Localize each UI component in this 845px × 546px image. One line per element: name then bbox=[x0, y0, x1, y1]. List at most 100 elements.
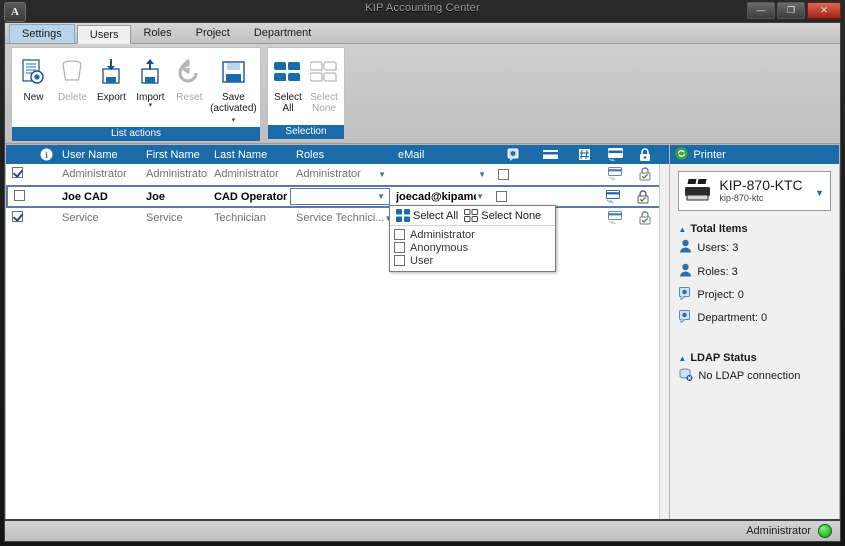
ribbon-group-selection: Select All Select None Selection bbox=[267, 47, 345, 140]
grid-header-email[interactable]: eMail bbox=[392, 149, 492, 161]
row-print-card-icon[interactable] bbox=[598, 211, 628, 225]
role-label: Administrator bbox=[410, 228, 475, 241]
ldap-status-label: No LDAP connection bbox=[698, 370, 801, 382]
grid-header-user-name[interactable]: User Name bbox=[56, 149, 140, 161]
printer-panel-title: Printer bbox=[693, 148, 726, 161]
delete-button[interactable]: Delete bbox=[53, 52, 92, 105]
roles-dropdown-caret[interactable]: ▼ bbox=[377, 192, 385, 201]
roles-popup-toolbar: Select All Select None bbox=[390, 206, 555, 226]
row-flag-checkbox[interactable] bbox=[496, 191, 507, 202]
status-user-label: Administrator bbox=[746, 525, 811, 537]
row-print-card-icon[interactable] bbox=[596, 189, 626, 204]
popup-select-none-button[interactable]: Select None bbox=[464, 209, 541, 222]
row-print-card-icon[interactable] bbox=[598, 167, 628, 181]
printer-name: KIP-870-KTC bbox=[719, 177, 803, 193]
status-bar: Administrator bbox=[4, 520, 841, 542]
grid-vertical-scrollbar[interactable] bbox=[659, 164, 670, 519]
table-row[interactable]: Administrator Administrator Administrato… bbox=[6, 164, 669, 185]
database-error-icon bbox=[679, 368, 693, 384]
printer-host: kip-870-ktc bbox=[719, 193, 764, 203]
tab-roles[interactable]: Roles bbox=[131, 24, 183, 43]
total-items-section-header[interactable]: ▲ Total Items bbox=[678, 223, 839, 235]
roles-dropdown-editor[interactable]: ▼ bbox=[290, 188, 390, 205]
row-flag-checkbox[interactable] bbox=[498, 168, 509, 180]
grid-header-roles[interactable]: Roles bbox=[290, 149, 392, 161]
save-button[interactable]: Save (activated) ▾ bbox=[209, 52, 258, 127]
cell-last-name: Technician bbox=[214, 212, 266, 224]
table-row[interactable]: Service Service Technician Service Techn… bbox=[6, 208, 669, 229]
stat-department: Department: 0 bbox=[679, 310, 839, 326]
client-area: Settings Users Roles Project Department bbox=[4, 22, 841, 520]
select-none-icon bbox=[310, 54, 338, 90]
ribbon-group-caption-selection: Selection bbox=[268, 125, 344, 139]
grid-header-first-name[interactable]: First Name bbox=[140, 149, 208, 161]
reset-arrow-icon bbox=[174, 54, 204, 90]
cell-user-name: Joe CAD bbox=[62, 190, 108, 203]
floppy-save-icon bbox=[218, 54, 248, 90]
printer-selector[interactable]: KIP-870-KTC kip-870-ktc ▼ bbox=[678, 171, 831, 211]
roles-dropdown-caret[interactable]: ▼ bbox=[378, 170, 386, 179]
minimize-button[interactable]: — bbox=[747, 2, 775, 19]
select-all-button[interactable]: Select All bbox=[270, 52, 306, 116]
row-select-checkbox[interactable] bbox=[14, 189, 25, 201]
email-dropdown-caret[interactable]: ▼ bbox=[476, 192, 484, 201]
role-checkbox[interactable] bbox=[394, 242, 405, 253]
cell-first-name: Administrator bbox=[146, 168, 208, 180]
roles-popup-list: Administrator Anonymous User bbox=[390, 226, 555, 271]
role-checkbox[interactable] bbox=[394, 229, 405, 240]
email-dropdown-caret[interactable]: ▼ bbox=[478, 170, 486, 179]
status-led-indicator bbox=[818, 524, 832, 538]
grid-header-last-name[interactable]: Last Name bbox=[208, 149, 290, 161]
users-grid-panel: i User Name First Name Last Name Roles e… bbox=[5, 144, 670, 519]
row-select-checkbox[interactable] bbox=[12, 211, 23, 222]
save-button-text: Save (activated) bbox=[210, 92, 257, 114]
roles-dropdown-popup: Select All Select None Administrator Ano… bbox=[389, 205, 556, 272]
tab-project[interactable]: Project bbox=[184, 24, 242, 43]
chevron-up-icon[interactable]: ▲ bbox=[678, 354, 686, 363]
list-item[interactable]: User bbox=[394, 254, 551, 267]
right-side-panel: Printer KIP-870-KTC kip-870-ktc ▼ ▲ Tota… bbox=[669, 144, 840, 519]
import-button[interactable]: Import ▾ bbox=[131, 52, 170, 111]
close-button[interactable]: ✕ bbox=[807, 2, 841, 19]
new-button[interactable]: New bbox=[14, 52, 53, 105]
export-button[interactable]: Export bbox=[92, 52, 131, 105]
chevron-down-icon[interactable]: ▼ bbox=[815, 188, 824, 198]
tab-department[interactable]: Department bbox=[242, 24, 323, 43]
new-button-label: New bbox=[23, 92, 44, 103]
user-icon bbox=[679, 263, 692, 280]
import-disk-icon bbox=[135, 54, 165, 90]
table-row[interactable]: Joe CAD Joe CAD Operator ▼ joecad@kipame… bbox=[6, 185, 670, 208]
tab-strip: Settings Users Roles Project Department bbox=[5, 23, 840, 44]
tab-users[interactable]: Users bbox=[76, 25, 132, 44]
ldap-section-header[interactable]: ▲ LDAP Status bbox=[678, 352, 839, 364]
tab-settings[interactable]: Settings bbox=[9, 24, 75, 43]
select-none-button[interactable]: Select None bbox=[306, 52, 342, 116]
stat-roles: Roles: 3 bbox=[679, 263, 839, 280]
import-dropdown-caret[interactable]: ▾ bbox=[149, 102, 153, 109]
save-dropdown-caret[interactable]: ▾ bbox=[232, 117, 236, 124]
role-label: User bbox=[410, 254, 434, 267]
row-lock-icon[interactable] bbox=[626, 189, 654, 204]
reset-button[interactable]: Reset bbox=[170, 52, 209, 105]
lock-icon bbox=[628, 147, 656, 162]
cell-last-name: CAD Operator bbox=[214, 190, 288, 203]
export-disk-icon bbox=[96, 54, 126, 90]
trash-bin-icon bbox=[57, 54, 87, 90]
cell-last-name: Administrator bbox=[214, 168, 279, 180]
role-checkbox[interactable] bbox=[394, 255, 405, 266]
stat-project: Project: 0 bbox=[679, 287, 839, 303]
maximize-button[interactable]: ❐ bbox=[777, 2, 805, 19]
popup-select-none-label: Select None bbox=[481, 209, 542, 222]
stat-users: Users: 3 bbox=[679, 239, 839, 256]
select-none-button-label: Select None bbox=[310, 92, 338, 114]
popup-select-all-button[interactable]: Select All bbox=[396, 209, 458, 222]
grid-header-row: i User Name First Name Last Name Roles e… bbox=[6, 145, 670, 164]
row-select-checkbox[interactable] bbox=[12, 167, 23, 178]
list-item[interactable]: Anonymous bbox=[394, 241, 551, 254]
list-item[interactable]: Administrator bbox=[394, 228, 551, 241]
chevron-up-icon[interactable]: ▲ bbox=[678, 225, 686, 234]
application-window: A KIP Accounting Center — ❐ ✕ Settings U… bbox=[0, 0, 845, 546]
row-lock-icon[interactable] bbox=[628, 167, 656, 181]
row-lock-icon[interactable] bbox=[628, 211, 656, 225]
ldap-title: LDAP Status bbox=[690, 352, 757, 364]
